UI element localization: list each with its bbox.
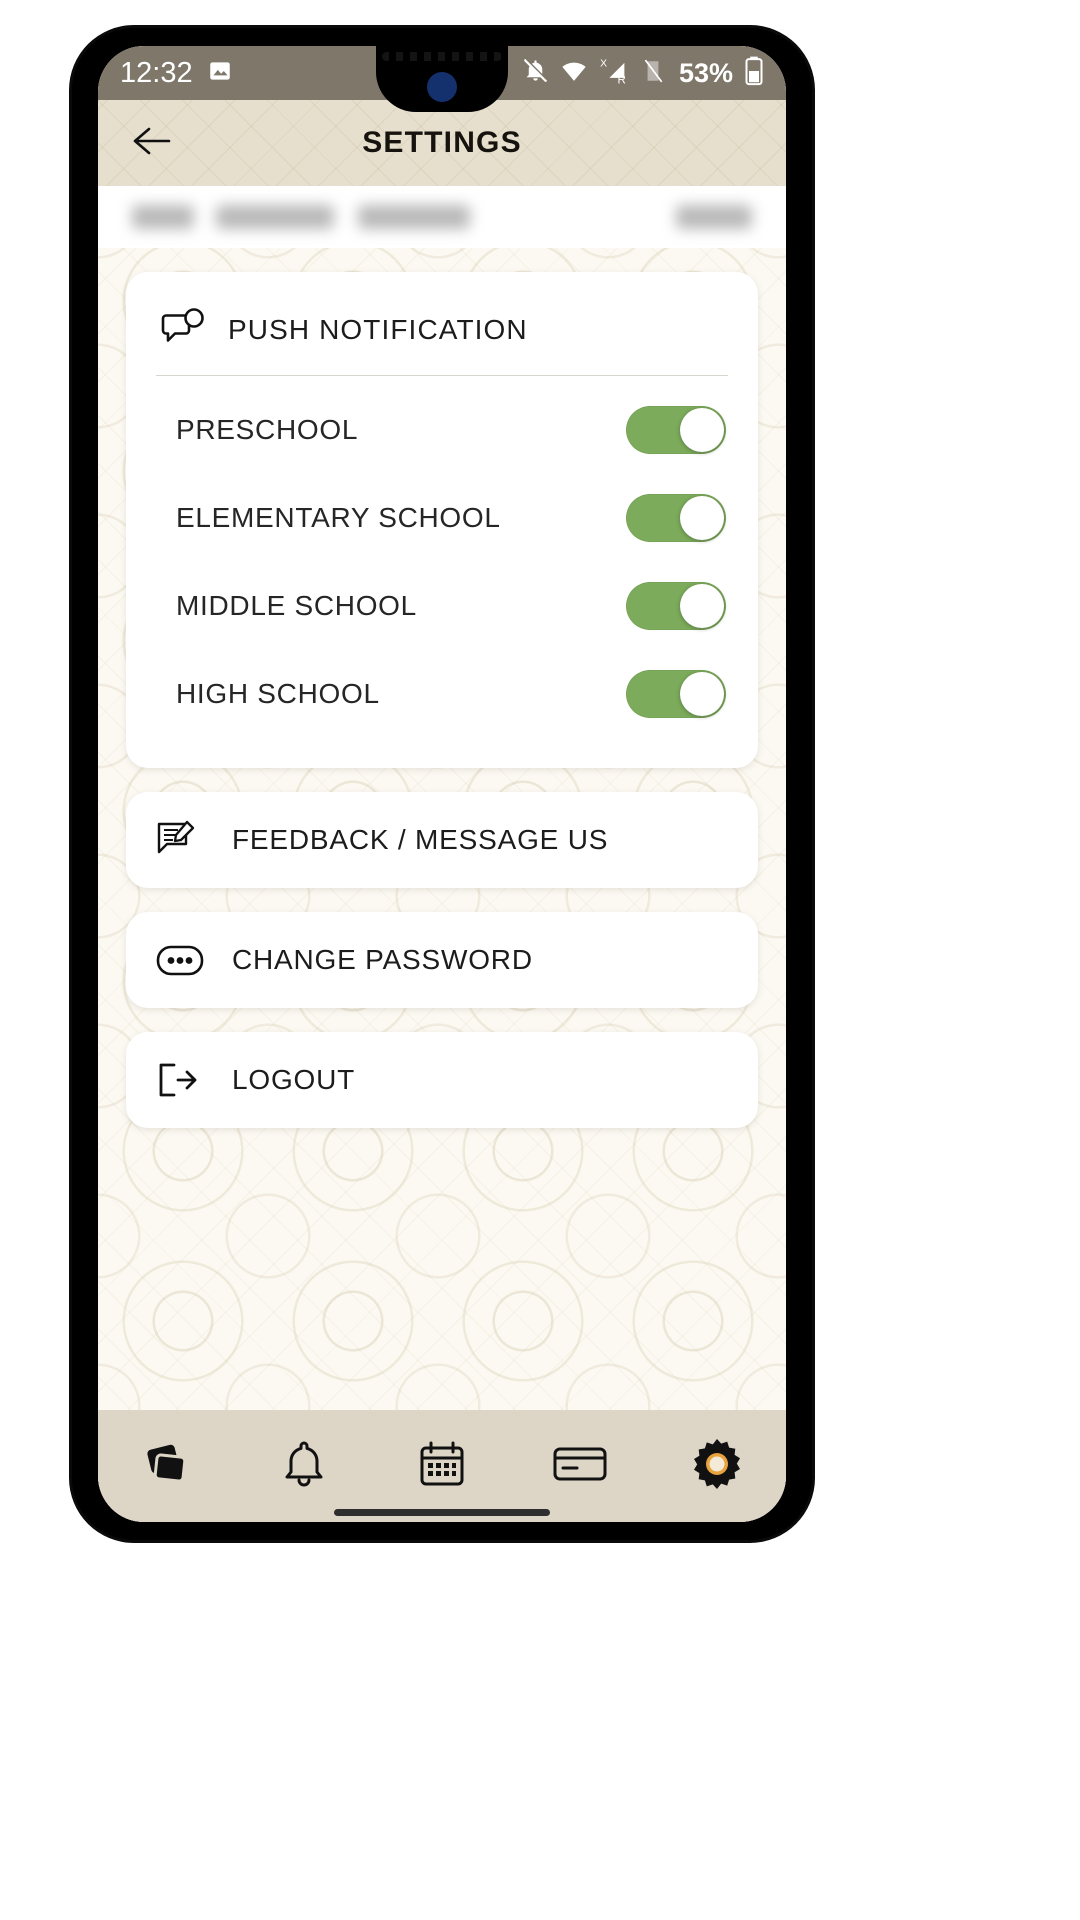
- toggle-knob: [680, 672, 724, 716]
- page-title: SETTINGS: [362, 126, 522, 159]
- arrow-left-icon: [129, 123, 173, 164]
- logout-button[interactable]: LOGOUT: [126, 1032, 758, 1128]
- battery-percent: 53%: [678, 57, 733, 88]
- status-bar-left: 12:32: [120, 57, 233, 90]
- toggle-row-high-school[interactable]: HIGH SCHOOL: [152, 650, 732, 738]
- push-notification-card: PUSH NOTIFICATION PRESCHOOL ELEMENTARY S…: [126, 272, 758, 768]
- toggle-row-preschool[interactable]: PRESCHOOL: [152, 386, 732, 474]
- redacted-id: [676, 205, 752, 229]
- signal-roaming-icon: X R: [599, 56, 629, 91]
- toggle-switch-middle-school[interactable]: [626, 582, 726, 630]
- bell-muted-icon: [522, 57, 549, 89]
- image-icon: [207, 58, 233, 89]
- change-password-label: CHANGE PASSWORD: [232, 944, 533, 975]
- feedback-message-us-label: FEEDBACK / MESSAGE US: [232, 824, 609, 855]
- nav-item-cards[interactable]: [98, 1410, 236, 1522]
- push-notification-title: PUSH NOTIFICATION: [228, 313, 528, 345]
- nav-item-settings[interactable]: [648, 1410, 786, 1522]
- status-time: 12:32: [120, 56, 193, 89]
- toggle-row-middle-school[interactable]: MIDDLE SCHOOL: [152, 562, 732, 650]
- dots-rounded-icon: [156, 941, 214, 979]
- chat-bubble-notification-icon: [160, 306, 206, 353]
- credit-card-icon: [552, 1442, 608, 1491]
- cards-icon: [140, 1439, 194, 1494]
- feedback-message-us-button[interactable]: FEEDBACK / MESSAGE US: [126, 792, 758, 888]
- toggle-row-elementary-school[interactable]: ELEMENTARY SCHOOL: [152, 474, 732, 562]
- toggle-label-preschool: PRESCHOOL: [176, 414, 359, 445]
- calendar-icon: [417, 1439, 467, 1494]
- home-indicator: [334, 1509, 550, 1516]
- battery-icon: [744, 56, 764, 91]
- change-password-button[interactable]: CHANGE PASSWORD: [126, 912, 758, 1008]
- toggle-label-elementary-school: ELEMENTARY SCHOOL: [176, 502, 501, 533]
- gear-icon: [689, 1436, 745, 1497]
- redacted-name-part-3: [358, 205, 470, 229]
- earpiece-speaker: [382, 52, 502, 61]
- user-info-strip: [98, 186, 786, 248]
- sim-off-icon: [640, 58, 666, 89]
- back-button[interactable]: [116, 123, 186, 164]
- push-notification-header: PUSH NOTIFICATION: [156, 294, 728, 376]
- nav-item-calendar[interactable]: [373, 1410, 511, 1522]
- toggle-knob: [680, 408, 724, 452]
- toggle-switch-elementary-school[interactable]: [626, 494, 726, 542]
- bell-icon: [282, 1439, 326, 1494]
- logout-arrow-icon: [156, 1060, 214, 1100]
- phone-frame: 12:32 X R 53% SETTINGS PUSH NOTIFICATION…: [72, 28, 812, 1540]
- toggle-switch-high-school[interactable]: [626, 670, 726, 718]
- nav-item-notifications[interactable]: [236, 1410, 374, 1522]
- status-bar-right: X R 53%: [522, 56, 764, 91]
- front-camera: [427, 72, 457, 102]
- app-header: SETTINGS: [98, 100, 786, 186]
- message-edit-icon: [156, 820, 214, 860]
- svg-text:X: X: [600, 58, 607, 69]
- redacted-name-part-1: [132, 205, 194, 229]
- wifi-icon: [560, 57, 588, 90]
- toggle-switch-preschool[interactable]: [626, 406, 726, 454]
- bottom-navigation-bar: [98, 1410, 786, 1522]
- settings-content: PUSH NOTIFICATION PRESCHOOL ELEMENTARY S…: [98, 248, 786, 1410]
- redacted-name-part-2: [216, 205, 334, 229]
- toggle-label-middle-school: MIDDLE SCHOOL: [176, 590, 417, 621]
- nav-item-payments[interactable]: [511, 1410, 649, 1522]
- svg-text:R: R: [617, 74, 625, 85]
- toggle-knob: [680, 584, 724, 628]
- logout-label: LOGOUT: [232, 1064, 356, 1095]
- phone-screen: 12:32 X R 53% SETTINGS PUSH NOTIFICATION…: [98, 46, 786, 1522]
- toggle-label-high-school: HIGH SCHOOL: [176, 678, 380, 709]
- toggle-knob: [680, 496, 724, 540]
